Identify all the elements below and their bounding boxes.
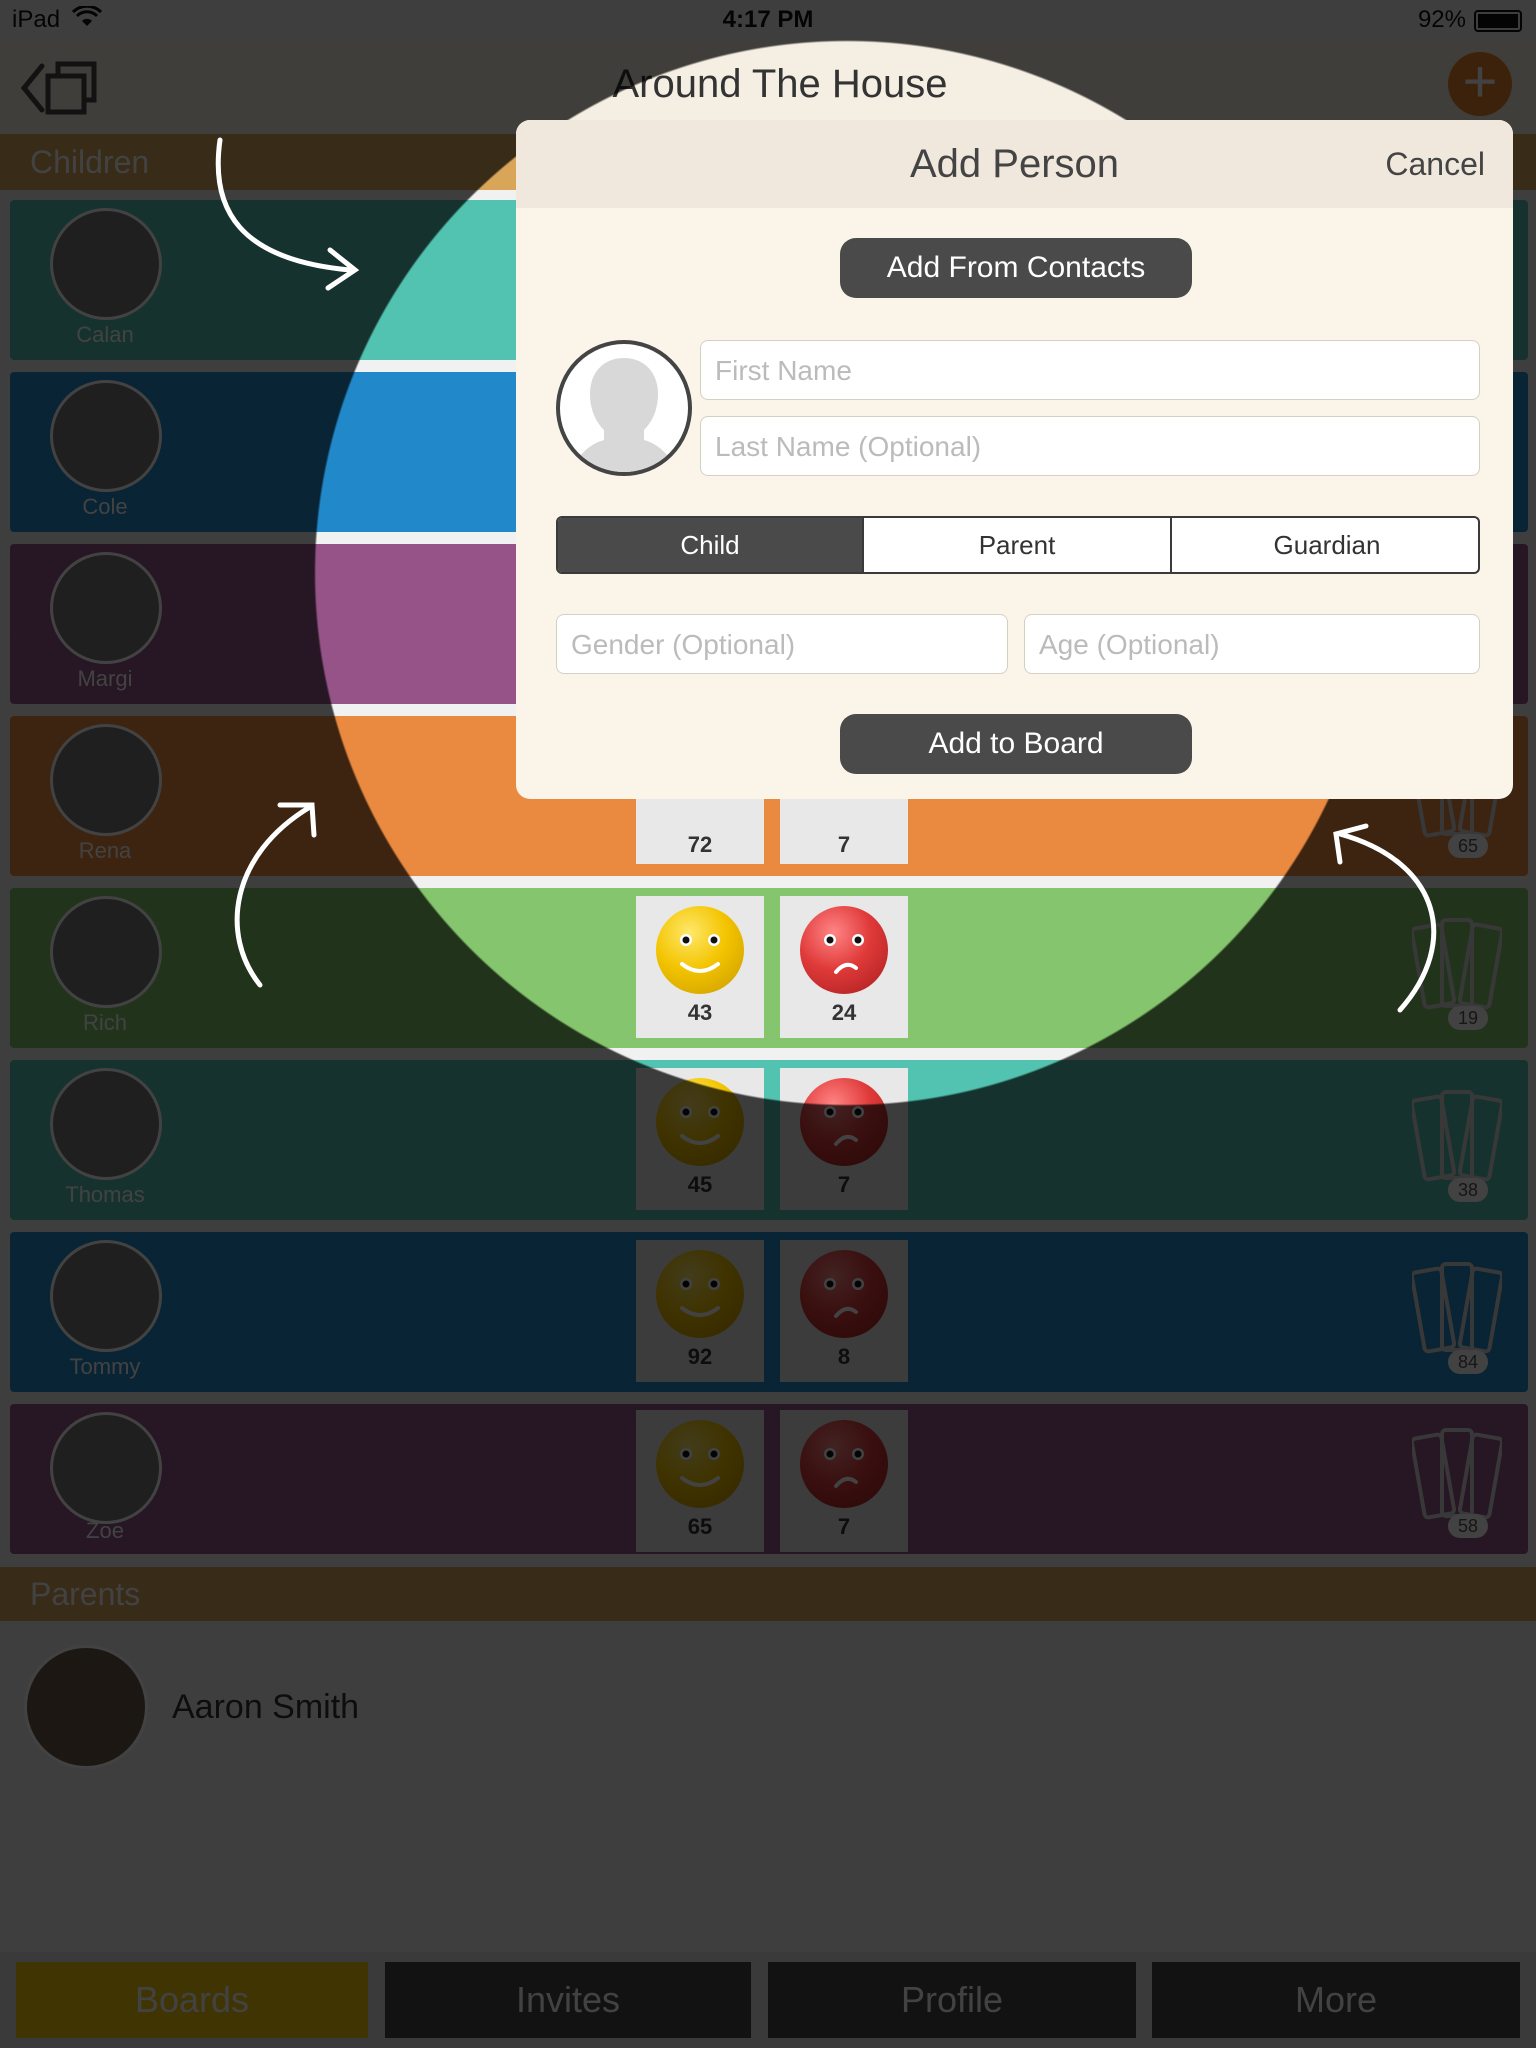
happy-face-icon [656, 906, 744, 994]
tab-profile[interactable]: Profile [768, 1962, 1136, 2038]
dialog-header: Add Person Cancel [516, 120, 1513, 208]
child-name: Rich [82, 1010, 127, 1035]
child-name: Tommy [69, 1354, 141, 1379]
parent-name[interactable]: Aaron Smith [172, 1688, 359, 1727]
sad-face-icon [800, 1078, 888, 1166]
last-name-field[interactable]: Last Name (Optional) [700, 416, 1480, 476]
cancel-button[interactable]: Cancel [1385, 146, 1485, 183]
child-name: Cole [82, 494, 128, 519]
child-row[interactable]: Zoe 65 7 58 [10, 1404, 1528, 1554]
tab-boards[interactable]: Boards [16, 1962, 368, 2038]
avatar [50, 1068, 162, 1180]
bad-behavior-tile[interactable]: 24 [780, 896, 908, 1038]
cards-count-badge: 84 [1448, 1350, 1488, 1374]
avatar [50, 208, 162, 320]
cards-count-badge: 38 [1448, 1178, 1488, 1202]
add-person-button[interactable]: + [1448, 52, 1512, 116]
child-name: Margi [77, 666, 133, 691]
bad-count: 7 [837, 1514, 851, 1539]
bad-behavior-tile[interactable]: 8 [780, 1240, 908, 1382]
avatar[interactable] [24, 1645, 148, 1769]
bad-count: 7 [837, 832, 851, 857]
good-count: 45 [687, 1172, 713, 1197]
cards-count-badge: 19 [1448, 1006, 1488, 1030]
add-from-contacts-button[interactable]: Add From Contacts [840, 238, 1192, 298]
segment-guardian[interactable]: Guardian [1170, 518, 1478, 572]
avatar [50, 724, 162, 836]
section-header-parents: Parents [0, 1567, 1536, 1621]
avatar [50, 896, 162, 1008]
avatar [50, 552, 162, 664]
avatar [50, 380, 162, 492]
cards-icon[interactable] [1409, 1418, 1505, 1528]
dialog-title: Add Person [909, 142, 1120, 186]
avatar [50, 1240, 162, 1352]
sad-face-icon [800, 906, 888, 994]
battery-percent: 92% [1417, 6, 1466, 33]
good-count: 43 [687, 1000, 713, 1025]
child-name: Thomas [65, 1182, 145, 1207]
happy-face-icon [656, 1420, 744, 1508]
good-count: 72 [687, 832, 713, 857]
segment-parent[interactable]: Parent [862, 518, 1170, 572]
child-name: Calan [76, 322, 134, 347]
plus-icon: + [1462, 48, 1498, 115]
good-behavior-tile[interactable]: 43 [636, 896, 764, 1038]
nav-bar: Around The House + [0, 40, 1536, 132]
tab-bar: Boards Invites Profile More [0, 1952, 1536, 2048]
good-behavior-tile[interactable]: 92 [636, 1240, 764, 1382]
cards-count-badge: 58 [1448, 1514, 1488, 1538]
photo-picker[interactable] [556, 340, 692, 476]
add-person-dialog: Add Person Cancel Add From Contacts Firs… [516, 120, 1513, 799]
child-row[interactable]: Thomas 45 7 38 [10, 1060, 1528, 1220]
good-count: 92 [687, 1344, 713, 1369]
page-title: Around The House [612, 62, 948, 106]
segment-child[interactable]: Child [558, 518, 862, 572]
cards-count-badge: 65 [1448, 834, 1488, 858]
cards-icon[interactable] [1409, 1252, 1505, 1362]
child-row[interactable]: Tommy 92 8 84 [10, 1232, 1528, 1392]
bad-behavior-tile[interactable]: 7 [780, 1068, 908, 1210]
child-name: Zoe [86, 1518, 124, 1543]
status-bar: iPad 4:17 PM 92% [0, 0, 1536, 40]
sad-face-icon [800, 1420, 888, 1508]
bad-count: 8 [837, 1344, 851, 1369]
add-to-board-button[interactable]: Add to Board [840, 714, 1192, 774]
age-field[interactable]: Age (Optional) [1024, 614, 1480, 674]
bad-count: 24 [831, 1000, 857, 1025]
child-name: Rena [78, 838, 132, 863]
good-behavior-tile[interactable]: 65 [636, 1410, 764, 1552]
status-time: 4:17 PM [722, 6, 814, 33]
good-count: 65 [687, 1514, 713, 1539]
tab-invites[interactable]: Invites [385, 1962, 751, 2038]
child-row[interactable]: Rich 43 24 19 [10, 888, 1528, 1048]
happy-face-icon [656, 1250, 744, 1338]
gender-field[interactable]: Gender (Optional) [556, 614, 1008, 674]
tab-more[interactable]: More [1152, 1962, 1520, 2038]
cards-icon[interactable] [1409, 1080, 1505, 1190]
avatar [50, 1412, 162, 1524]
happy-face-icon [656, 1078, 744, 1166]
good-behavior-tile[interactable]: 45 [636, 1068, 764, 1210]
battery-icon [1474, 10, 1522, 32]
bad-count: 7 [837, 1172, 851, 1197]
bad-behavior-tile[interactable]: 7 [780, 1410, 908, 1552]
first-name-field[interactable]: First Name [700, 340, 1480, 400]
cards-icon[interactable] [1409, 908, 1505, 1018]
role-segmented-control: Child Parent Guardian [556, 516, 1480, 574]
sad-face-icon [800, 1250, 888, 1338]
person-placeholder-icon [572, 358, 676, 472]
